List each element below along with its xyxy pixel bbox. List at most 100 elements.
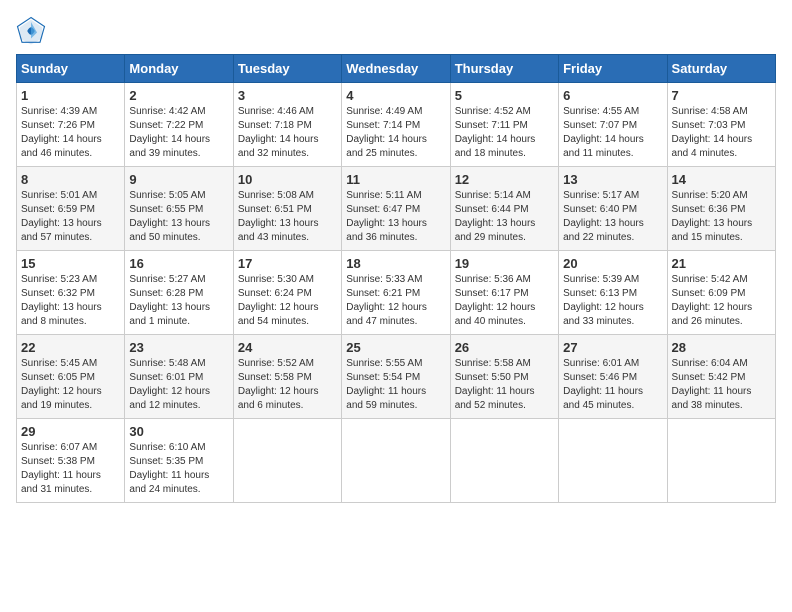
calendar-cell: 1 Sunrise: 4:39 AM Sunset: 7:26 PM Daylig…	[17, 83, 125, 167]
cell-content: Sunrise: 5:45 AM Sunset: 6:05 PM Dayligh…	[21, 357, 120, 413]
calendar-cell: 12 Sunrise: 5:14 AM Sunset: 6:44 PM Dayli…	[450, 167, 558, 251]
day-number: 26	[455, 340, 554, 355]
cell-content: Sunrise: 5:42 AM Sunset: 6:09 PM Dayligh…	[672, 273, 771, 329]
cell-content: Sunrise: 5:30 AM Sunset: 6:24 PM Dayligh…	[238, 273, 337, 329]
calendar-cell: 14 Sunrise: 5:20 AM Sunset: 6:36 PM Dayli…	[667, 167, 775, 251]
calendar-week-row: 22 Sunrise: 5:45 AM Sunset: 6:05 PM Dayli…	[17, 335, 776, 419]
day-number: 10	[238, 172, 337, 187]
day-number: 17	[238, 256, 337, 271]
calendar-cell: 27 Sunrise: 6:01 AM Sunset: 5:46 PM Dayli…	[559, 335, 667, 419]
day-number: 1	[21, 88, 120, 103]
cell-content: Sunrise: 5:39 AM Sunset: 6:13 PM Dayligh…	[563, 273, 662, 329]
cell-content: Sunrise: 4:39 AM Sunset: 7:26 PM Dayligh…	[21, 105, 120, 161]
day-number: 28	[672, 340, 771, 355]
calendar-header-friday: Friday	[559, 55, 667, 83]
day-number: 29	[21, 424, 120, 439]
calendar-cell: 6 Sunrise: 4:55 AM Sunset: 7:07 PM Daylig…	[559, 83, 667, 167]
cell-content: Sunrise: 5:33 AM Sunset: 6:21 PM Dayligh…	[346, 273, 445, 329]
calendar-cell: 23 Sunrise: 5:48 AM Sunset: 6:01 PM Dayli…	[125, 335, 233, 419]
cell-content: Sunrise: 4:55 AM Sunset: 7:07 PM Dayligh…	[563, 105, 662, 161]
cell-content: Sunrise: 5:17 AM Sunset: 6:40 PM Dayligh…	[563, 189, 662, 245]
day-number: 15	[21, 256, 120, 271]
calendar-header-sunday: Sunday	[17, 55, 125, 83]
calendar-cell	[667, 419, 775, 503]
day-number: 24	[238, 340, 337, 355]
calendar-body: 1 Sunrise: 4:39 AM Sunset: 7:26 PM Daylig…	[17, 83, 776, 503]
logo-icon	[16, 16, 46, 46]
cell-content: Sunrise: 4:49 AM Sunset: 7:14 PM Dayligh…	[346, 105, 445, 161]
calendar-cell: 2Sunrise: 4:42 AM Sunset: 7:22 PM Daylig…	[125, 83, 233, 167]
cell-content: Sunrise: 5:11 AM Sunset: 6:47 PM Dayligh…	[346, 189, 445, 245]
logo	[16, 16, 50, 46]
page-header	[16, 16, 776, 46]
day-number: 4	[346, 88, 445, 103]
calendar-cell: 28 Sunrise: 6:04 AM Sunset: 5:42 PM Dayli…	[667, 335, 775, 419]
day-number: 7	[672, 88, 771, 103]
calendar-cell: 9Sunrise: 5:05 AM Sunset: 6:55 PM Daylig…	[125, 167, 233, 251]
calendar-header-monday: Monday	[125, 55, 233, 83]
day-number: 8	[21, 172, 120, 187]
calendar-cell	[233, 419, 341, 503]
cell-content: Sunrise: 6:10 AM Sunset: 5:35 PM Dayligh…	[129, 441, 228, 497]
day-number: 3	[238, 88, 337, 103]
calendar-header-tuesday: Tuesday	[233, 55, 341, 83]
calendar-cell: 18 Sunrise: 5:33 AM Sunset: 6:21 PM Dayli…	[342, 251, 450, 335]
cell-content: Sunrise: 5:08 AM Sunset: 6:51 PM Dayligh…	[238, 189, 337, 245]
calendar-cell: 5 Sunrise: 4:52 AM Sunset: 7:11 PM Daylig…	[450, 83, 558, 167]
cell-content: Sunrise: 5:36 AM Sunset: 6:17 PM Dayligh…	[455, 273, 554, 329]
calendar-week-row: 15 Sunrise: 5:23 AM Sunset: 6:32 PM Dayli…	[17, 251, 776, 335]
cell-content: Sunrise: 6:07 AM Sunset: 5:38 PM Dayligh…	[21, 441, 120, 497]
calendar-header-row: SundayMondayTuesdayWednesdayThursdayFrid…	[17, 55, 776, 83]
day-number: 18	[346, 256, 445, 271]
day-number: 2	[129, 88, 228, 103]
cell-content: Sunrise: 4:58 AM Sunset: 7:03 PM Dayligh…	[672, 105, 771, 161]
calendar-cell: 25Sunrise: 5:55 AM Sunset: 5:54 PM Dayli…	[342, 335, 450, 419]
calendar-cell	[450, 419, 558, 503]
cell-content: Sunrise: 5:48 AM Sunset: 6:01 PM Dayligh…	[129, 357, 228, 413]
calendar-cell: 22 Sunrise: 5:45 AM Sunset: 6:05 PM Dayli…	[17, 335, 125, 419]
calendar-cell: 16Sunrise: 5:27 AM Sunset: 6:28 PM Dayli…	[125, 251, 233, 335]
calendar-cell: 4 Sunrise: 4:49 AM Sunset: 7:14 PM Daylig…	[342, 83, 450, 167]
cell-content: Sunrise: 5:55 AM Sunset: 5:54 PM Dayligh…	[346, 357, 445, 413]
calendar-week-row: 8 Sunrise: 5:01 AM Sunset: 6:59 PM Daylig…	[17, 167, 776, 251]
cell-content: Sunrise: 5:14 AM Sunset: 6:44 PM Dayligh…	[455, 189, 554, 245]
cell-content: Sunrise: 5:23 AM Sunset: 6:32 PM Dayligh…	[21, 273, 120, 329]
day-number: 21	[672, 256, 771, 271]
cell-content: Sunrise: 4:46 AM Sunset: 7:18 PM Dayligh…	[238, 105, 337, 161]
day-number: 23	[129, 340, 228, 355]
calendar-cell: 29 Sunrise: 6:07 AM Sunset: 5:38 PM Dayli…	[17, 419, 125, 503]
calendar-table: SundayMondayTuesdayWednesdayThursdayFrid…	[16, 54, 776, 503]
calendar-header-saturday: Saturday	[667, 55, 775, 83]
day-number: 13	[563, 172, 662, 187]
calendar-header-thursday: Thursday	[450, 55, 558, 83]
day-number: 27	[563, 340, 662, 355]
day-number: 12	[455, 172, 554, 187]
calendar-cell: 3 Sunrise: 4:46 AM Sunset: 7:18 PM Daylig…	[233, 83, 341, 167]
cell-content: Sunrise: 4:52 AM Sunset: 7:11 PM Dayligh…	[455, 105, 554, 161]
day-number: 11	[346, 172, 445, 187]
calendar-cell: 8 Sunrise: 5:01 AM Sunset: 6:59 PM Daylig…	[17, 167, 125, 251]
calendar-cell: 13 Sunrise: 5:17 AM Sunset: 6:40 PM Dayli…	[559, 167, 667, 251]
calendar-cell: 21 Sunrise: 5:42 AM Sunset: 6:09 PM Dayli…	[667, 251, 775, 335]
day-number: 22	[21, 340, 120, 355]
day-number: 5	[455, 88, 554, 103]
cell-content: Sunrise: 5:58 AM Sunset: 5:50 PM Dayligh…	[455, 357, 554, 413]
day-number: 20	[563, 256, 662, 271]
calendar-cell: 10 Sunrise: 5:08 AM Sunset: 6:51 PM Dayli…	[233, 167, 341, 251]
calendar-cell	[342, 419, 450, 503]
calendar-week-row: 29 Sunrise: 6:07 AM Sunset: 5:38 PM Dayli…	[17, 419, 776, 503]
cell-content: Sunrise: 5:20 AM Sunset: 6:36 PM Dayligh…	[672, 189, 771, 245]
day-number: 6	[563, 88, 662, 103]
calendar-header-wednesday: Wednesday	[342, 55, 450, 83]
calendar-cell: 11 Sunrise: 5:11 AM Sunset: 6:47 PM Dayli…	[342, 167, 450, 251]
calendar-cell: 19Sunrise: 5:36 AM Sunset: 6:17 PM Dayli…	[450, 251, 558, 335]
calendar-cell: 30Sunrise: 6:10 AM Sunset: 5:35 PM Dayli…	[125, 419, 233, 503]
cell-content: Sunrise: 6:04 AM Sunset: 5:42 PM Dayligh…	[672, 357, 771, 413]
calendar-cell: 15 Sunrise: 5:23 AM Sunset: 6:32 PM Dayli…	[17, 251, 125, 335]
day-number: 14	[672, 172, 771, 187]
cell-content: Sunrise: 5:01 AM Sunset: 6:59 PM Dayligh…	[21, 189, 120, 245]
calendar-cell: 26 Sunrise: 5:58 AM Sunset: 5:50 PM Dayli…	[450, 335, 558, 419]
cell-content: Sunrise: 6:01 AM Sunset: 5:46 PM Dayligh…	[563, 357, 662, 413]
day-number: 9	[129, 172, 228, 187]
calendar-cell: 17 Sunrise: 5:30 AM Sunset: 6:24 PM Dayli…	[233, 251, 341, 335]
